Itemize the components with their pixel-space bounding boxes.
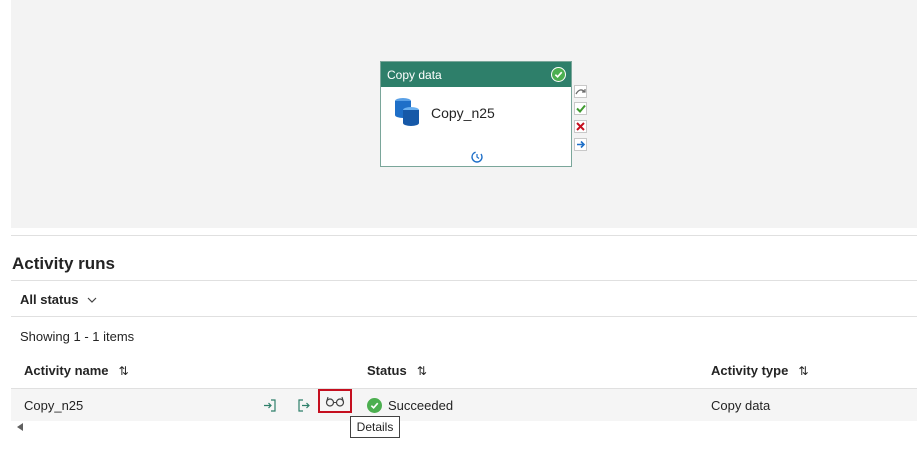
- status-filter-label: All status: [20, 292, 79, 307]
- activity-runs-title: Activity runs: [12, 254, 115, 273]
- activity-type-cell: Copy data: [711, 398, 771, 413]
- details-tooltip: Details: [350, 416, 400, 438]
- column-label: Status: [367, 363, 407, 378]
- status-text: Succeeded: [388, 398, 454, 413]
- activity-name-cell[interactable]: Copy_n25: [24, 398, 83, 413]
- completion-port-icon[interactable]: [574, 138, 587, 151]
- scroll-left-arrow-icon[interactable]: [17, 423, 23, 431]
- fail-port-icon[interactable]: [574, 120, 587, 133]
- database-icon: [395, 98, 419, 126]
- column-label: Activity type: [711, 363, 789, 378]
- table-row[interactable]: [11, 389, 917, 421]
- node-type-label: Copy data: [387, 67, 442, 82]
- chevron-down-icon: [87, 297, 96, 303]
- divider: [11, 316, 917, 317]
- column-label: Activity name: [24, 363, 109, 378]
- success-port-icon[interactable]: [574, 102, 587, 115]
- node-header: Copy data: [381, 62, 571, 87]
- divider: [11, 280, 917, 281]
- sort-icon[interactable]: ⇅: [798, 364, 808, 378]
- input-icon[interactable]: [262, 397, 278, 413]
- sort-icon[interactable]: ⇅: [119, 364, 129, 378]
- success-check-icon: [551, 67, 566, 82]
- column-header-activity-name[interactable]: Activity name ⇅: [24, 363, 129, 378]
- copy-activity-node[interactable]: Copy data Copy_n25: [380, 61, 572, 167]
- column-header-status[interactable]: Status ⇅: [367, 363, 427, 378]
- status-cell: Succeeded: [367, 398, 453, 413]
- column-header-activity-type[interactable]: Activity type ⇅: [711, 363, 808, 378]
- status-filter-dropdown[interactable]: All status: [20, 292, 97, 307]
- sort-icon[interactable]: ⇅: [417, 364, 427, 378]
- success-check-icon: [367, 398, 382, 413]
- items-count: Showing 1 - 1 items: [20, 329, 135, 344]
- output-icon[interactable]: [296, 397, 312, 413]
- panel-divider[interactable]: [11, 235, 917, 236]
- refresh-icon[interactable]: [470, 150, 484, 164]
- details-glasses-icon[interactable]: [318, 389, 352, 413]
- skip-port-icon[interactable]: [574, 85, 587, 98]
- node-name: Copy_n25: [431, 105, 495, 121]
